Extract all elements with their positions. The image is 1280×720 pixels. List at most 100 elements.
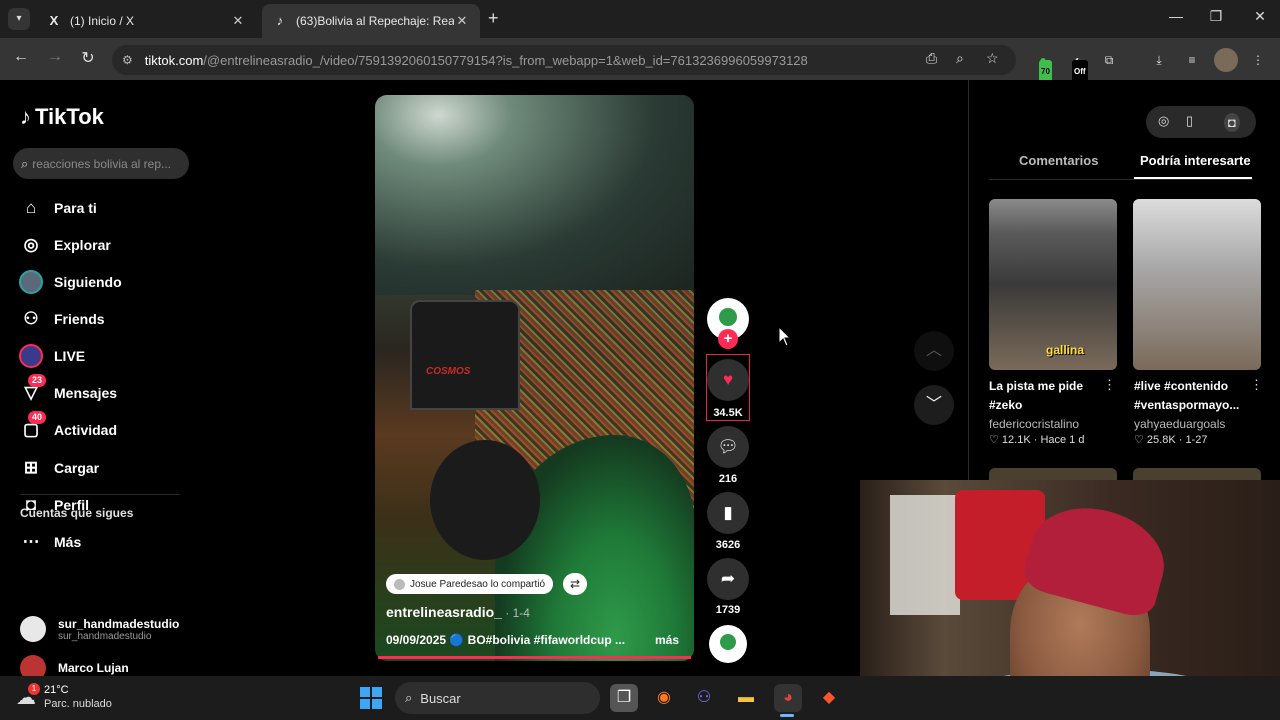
browser-tab-bar: ▾ X (1) Inicio / X ✕ ♪ (63)Bolivia al Re…: [0, 0, 1280, 38]
account-name: Marco Lujan: [58, 661, 129, 675]
compass-icon[interactable]: ◎: [1158, 113, 1169, 129]
sidebar-item-label: Más: [54, 534, 82, 550]
chrome-icon[interactable]: ◕: [774, 684, 802, 712]
music-cover: [720, 634, 736, 650]
avatar: [394, 578, 405, 590]
comment-button[interactable]: 💬︎: [707, 426, 749, 468]
sidebar-item-explorar[interactable]: ◎ Explorar: [18, 230, 111, 260]
sidebar-item-friends[interactable]: ⚇ Friends: [18, 304, 104, 334]
extensions-puzzle-icon[interactable]: ⧉: [1097, 48, 1121, 72]
card-title[interactable]: #live #contenido #ventaspormayo...: [1134, 377, 1252, 415]
friends-icon: ⚇: [23, 309, 39, 328]
firefox-icon[interactable]: ◉: [650, 684, 678, 712]
close-window-button[interactable]: ✕: [1250, 8, 1270, 25]
tiktok-logo-icon: ♪: [276, 13, 284, 28]
shared-by-chip[interactable]: Josue Paredesao lo compartió: [386, 574, 554, 594]
tiktok-note-icon: ♪: [20, 104, 31, 129]
tab-title: (1) Inicio / X: [70, 14, 135, 28]
search-input[interactable]: ⌕ reacciones bolivia al rep...: [13, 148, 189, 179]
sidebar-item-siguiendo[interactable]: Siguiendo: [18, 267, 122, 297]
weather-widget[interactable]: ☁ 1 21°C Parc. nublado: [16, 682, 112, 711]
author-name: entrelineasradio_: [386, 604, 502, 620]
taskbar-search[interactable]: ⌕ Buscar: [395, 682, 600, 714]
music-disc[interactable]: [709, 625, 747, 663]
sidebar-item-cargar[interactable]: ⊞ Cargar: [18, 453, 99, 483]
logo-text: TikTok: [35, 104, 104, 129]
bookmark-star-icon[interactable]: ☆: [986, 50, 999, 67]
profile-avatar[interactable]: [1214, 48, 1238, 72]
card-more-icon[interactable]: ⋮: [1103, 377, 1116, 393]
search-query: reacciones bolivia al rep...: [32, 156, 172, 171]
tab-tiktok[interactable]: ♪ (63)Bolivia al Repechaje: Reacci ✕: [262, 4, 480, 38]
bookmark-icon: ▮: [723, 503, 733, 522]
share-count: 1739: [715, 604, 741, 616]
zoom-icon[interactable]: ⌕: [956, 50, 964, 67]
reload-button[interactable]: ↻: [77, 48, 99, 68]
brave-icon[interactable]: ◆: [815, 684, 843, 712]
repost-icon[interactable]: ⇄: [563, 573, 587, 595]
install-app-icon[interactable]: ⎙: [926, 50, 937, 67]
phone-icon[interactable]: ▯: [1186, 113, 1193, 129]
tiktok-logo[interactable]: ♪ TikTok: [20, 104, 104, 130]
weather-badge: 1: [28, 682, 40, 695]
file-explorer-icon[interactable]: ▬: [732, 684, 760, 712]
profile-icon[interactable]: ◘: [1224, 113, 1240, 132]
tab-search-menu[interactable]: ▾: [8, 8, 30, 30]
card-meta: ♡ 12.1K · Hace 1 d: [989, 434, 1085, 446]
sidebar-item-label: Cargar: [54, 460, 100, 476]
minimize-button[interactable]: —: [1166, 8, 1186, 24]
menu-kebab-icon[interactable]: ⋮: [1246, 48, 1270, 72]
teams-icon[interactable]: ⚇: [690, 684, 718, 712]
card-author[interactable]: federicocristalino: [989, 417, 1079, 431]
notification-badge: 40: [28, 411, 47, 424]
webcam-whiteboard: [890, 495, 960, 615]
sidebar-item-label: Actividad: [54, 422, 118, 438]
sidebar-item-mas[interactable]: ⋯ Más: [18, 527, 82, 557]
download-icon[interactable]: ⤓: [1147, 48, 1171, 72]
tab-x[interactable]: X (1) Inicio / X ✕: [36, 4, 256, 38]
follow-plus-button[interactable]: +: [718, 329, 738, 349]
card-more-icon[interactable]: ⋮: [1250, 377, 1263, 393]
search-icon: ⌕: [405, 690, 413, 705]
sidebar-item-para-ti[interactable]: ⌂ Para ti: [18, 193, 97, 223]
like-button[interactable]: ♥: [707, 359, 749, 401]
sidebar-item-mensajes[interactable]: ▽ 23 Mensajes: [18, 374, 117, 408]
next-video-button[interactable]: ﹀: [914, 385, 954, 425]
save-button[interactable]: ▮: [707, 492, 749, 534]
video-author[interactable]: entrelineasradio_ · 1-4: [386, 604, 530, 620]
x-logo-icon: X: [49, 13, 59, 28]
maximize-button[interactable]: ❐: [1206, 8, 1226, 25]
sidebar-item-actividad[interactable]: ▢ 40 Actividad: [18, 411, 118, 445]
site-info-icon[interactable]: ⚙: [122, 53, 133, 67]
followed-account[interactable]: sur_handmadestudio sur_handmadestudio: [20, 616, 179, 642]
previous-video-button[interactable]: ︿: [914, 331, 954, 371]
tab-title: (63)Bolivia al Repechaje: Reacci: [296, 14, 454, 28]
share-button[interactable]: ➦: [707, 558, 749, 600]
extension-icon[interactable]: ● 70: [1031, 48, 1055, 84]
back-button[interactable]: ←: [10, 48, 32, 66]
tab-comentarios[interactable]: Comentarios: [1019, 153, 1098, 168]
video-thumbnail[interactable]: [1133, 199, 1261, 370]
card-author[interactable]: yahyaeduargoals: [1134, 417, 1225, 431]
video-progress-bar[interactable]: [378, 656, 691, 659]
extension-icon[interactable]: ◐ Off: [1066, 48, 1090, 84]
address-bar[interactable]: ⚙ tiktok.com /@entrelineasradio_/video/7…: [112, 45, 1016, 75]
chevron-down-icon: ﹀: [925, 396, 942, 413]
close-icon[interactable]: ✕: [454, 13, 470, 29]
sidebar-item-live[interactable]: LIVE: [18, 341, 85, 371]
new-tab-button[interactable]: +: [488, 8, 499, 29]
media-control-icon[interactable]: ≡: [1180, 48, 1204, 72]
caption-more-button[interactable]: más: [655, 633, 679, 647]
bus-sign: COSMOS: [426, 366, 471, 377]
tab-podria-interesarte[interactable]: Podría interesarte: [1140, 153, 1251, 168]
task-view-icon[interactable]: ❐: [610, 684, 638, 712]
video-frame-head: [430, 440, 540, 560]
forward-button[interactable]: →: [44, 48, 66, 66]
comment-bubble-icon: 💬︎: [717, 437, 739, 456]
video-frame-sky: [375, 95, 694, 295]
following-section-title: Cuentas que sigues: [20, 506, 134, 520]
save-count: 3626: [715, 539, 741, 551]
card-title[interactable]: La pista me pide #zeko: [989, 377, 1107, 415]
start-button[interactable]: [360, 687, 382, 709]
close-icon[interactable]: ✕: [230, 13, 246, 29]
